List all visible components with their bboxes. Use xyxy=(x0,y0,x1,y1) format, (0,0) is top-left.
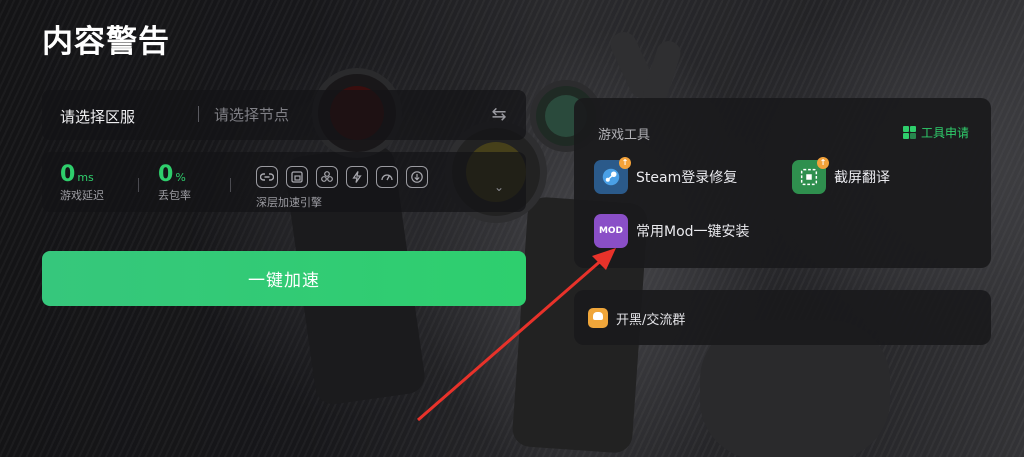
lightning-icon[interactable] xyxy=(346,166,368,188)
tool-label: Steam登录修复 xyxy=(636,170,738,186)
share-icon[interactable] xyxy=(316,166,338,188)
packet-loss-stat: 0% 丢包率 xyxy=(158,162,191,203)
speed-icon[interactable] xyxy=(376,166,398,188)
tool-label: 常用Mod一键安装 xyxy=(636,224,750,240)
page-title: 内容警告 xyxy=(42,24,170,60)
packet-loss-value: 0 xyxy=(158,162,174,187)
divider xyxy=(230,178,231,192)
stats-panel: 0 ms 游戏延迟 0% 丢包率 深层加速引擎 ⌄ xyxy=(42,152,526,212)
group-chat-icon xyxy=(588,308,608,328)
divider xyxy=(198,106,199,122)
community-group-link[interactable]: 开黑/交流群 xyxy=(574,290,991,345)
packet-loss-label: 丢包率 xyxy=(158,189,191,202)
upgrade-badge-icon: ↑ xyxy=(817,157,829,169)
upgrade-badge-icon: ↑ xyxy=(619,157,631,169)
steam-login-fix-tool[interactable]: ↑ Steam登录修复 xyxy=(594,157,738,194)
accelerate-button[interactable]: 一键加速 xyxy=(42,251,526,306)
latency-label: 游戏延迟 xyxy=(60,189,104,202)
node-select-input[interactable] xyxy=(214,100,484,130)
game-tools-panel: 游戏工具 工具申请 ↑ Steam登录修复 ↑ 截屏翻译 MOD 常用Mod一键… xyxy=(574,98,991,268)
latency-stat: 0 ms 游戏延迟 xyxy=(60,162,104,203)
download-icon[interactable] xyxy=(406,166,428,188)
mod-install-icon: MOD xyxy=(594,214,628,248)
engine-label: 深层加速引擎 xyxy=(256,196,322,209)
community-label: 开黑/交流群 xyxy=(616,313,686,328)
region-select-button[interactable]: 请选择区服 xyxy=(60,106,135,127)
tool-apply-label: 工具申请 xyxy=(920,126,969,140)
divider xyxy=(138,178,139,192)
apps-icon xyxy=(902,126,916,139)
latency-unit: ms xyxy=(77,171,94,184)
tool-label: 截屏翻译 xyxy=(834,170,890,186)
tools-title: 游戏工具 xyxy=(598,128,651,143)
screenshot-translate-icon: ↑ xyxy=(792,157,829,194)
swap-icon[interactable]: ⇆ xyxy=(488,104,510,126)
chevron-down-icon[interactable]: ⌄ xyxy=(494,180,504,194)
screenshot-translate-tool[interactable]: ↑ 截屏翻译 xyxy=(792,157,890,194)
link-icon[interactable] xyxy=(256,166,278,188)
mod-icon-text: MOD xyxy=(598,226,624,236)
steam-icon: ↑ xyxy=(594,157,631,194)
latency-value: 0 xyxy=(60,162,76,187)
window-icon[interactable] xyxy=(286,166,308,188)
packet-loss-unit: % xyxy=(175,171,186,184)
deep-engine: 深层加速引擎 xyxy=(256,166,428,210)
mod-install-tool[interactable]: MOD 常用Mod一键安装 xyxy=(594,214,750,248)
tool-apply-link[interactable]: 工具申请 xyxy=(902,124,969,141)
region-selector[interactable]: 请选择区服 ⇆ xyxy=(42,90,526,140)
